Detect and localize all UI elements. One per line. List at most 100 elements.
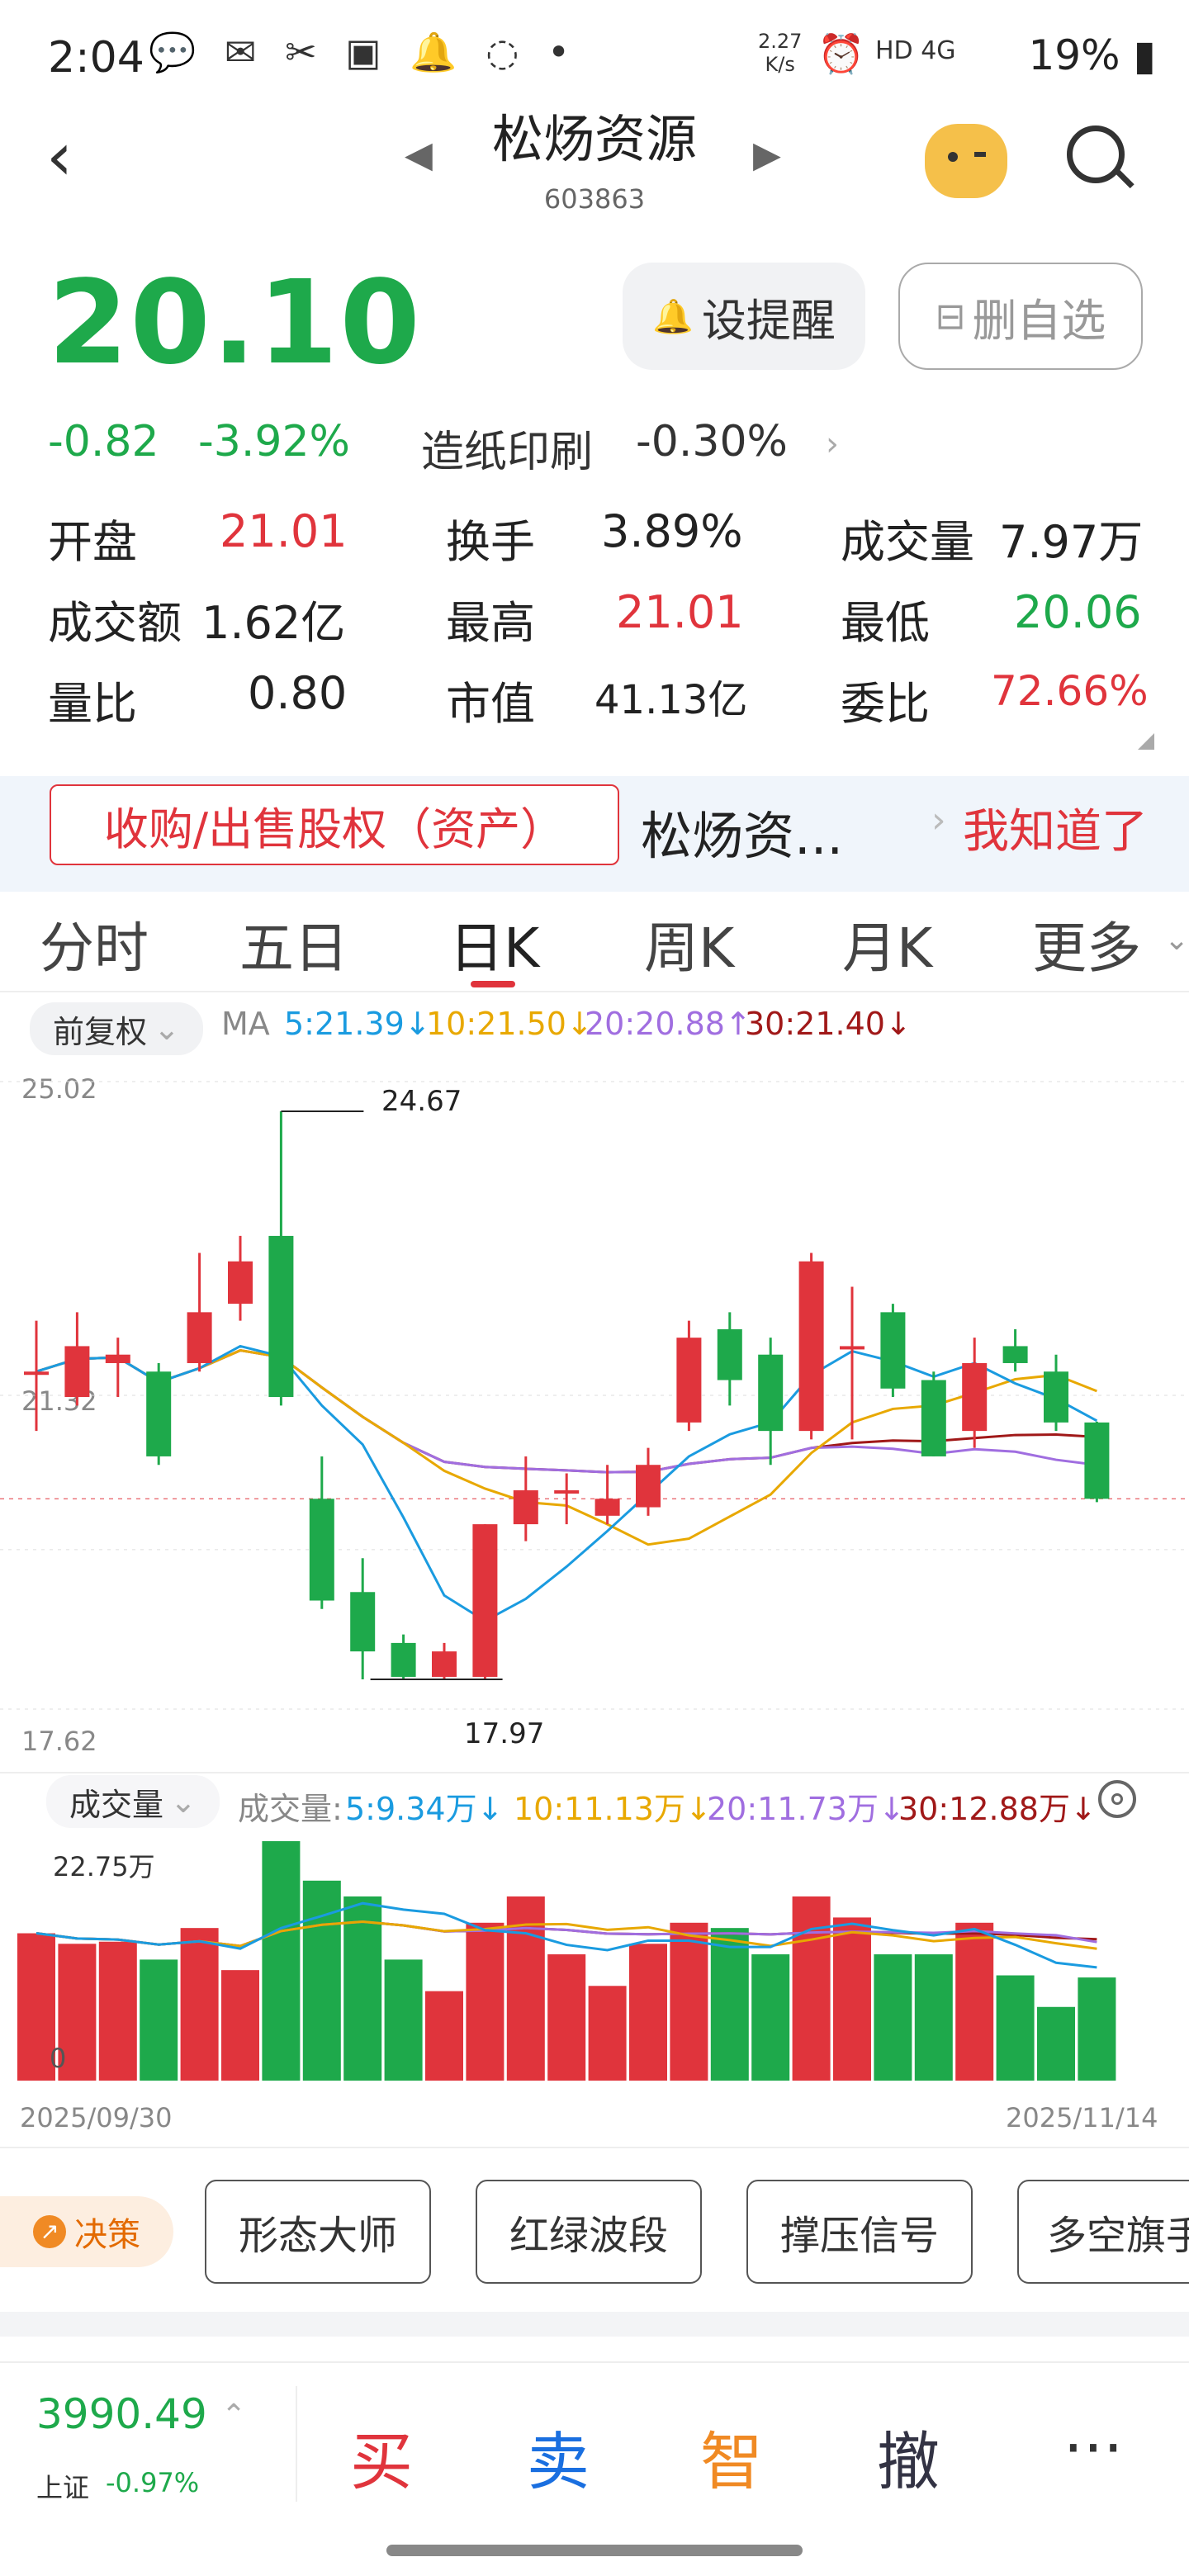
vol-ma30: 30:12.88万↓ [898,1791,1097,1827]
smart-button[interactable]: 智 [682,2411,781,2502]
volume-bar [792,1896,831,2081]
volume-indicator-dropdown[interactable]: 成交量 ⌄ [46,1775,220,1828]
tab-daily-k[interactable]: 日K [449,904,539,983]
candle-body [594,1499,620,1516]
volume-bar [1037,2006,1075,2081]
candle-body [391,1642,416,1677]
index-value[interactable]: 3990.49 [36,2390,207,2438]
remove-watchlist-button[interactable]: ⊟ 删自选 [898,263,1143,370]
high-annotation: 24.67 [381,1085,462,1118]
volume-bar [588,1986,627,2081]
adjust-dropdown[interactable]: 前复权 ⌄ [30,1002,203,1055]
strategy-red-green-wave[interactable]: 红绿波段 [476,2180,702,2284]
volume-bar [262,1841,301,2081]
volume-bar [996,1975,1035,2081]
tab-weekly-k[interactable]: 周K [644,904,734,983]
index-pct: -0.97% [106,2467,200,2498]
strategy-pattern-master[interactable]: 形态大师 [205,2180,431,2284]
minus-box-icon: ⊟ [935,295,966,338]
low-annotation: 17.97 [464,1717,545,1750]
ma5-value: 5:21.39↓ [284,1006,431,1042]
volume-bar [751,1954,790,2081]
candle-body [1084,1422,1110,1499]
sell-button[interactable]: 卖 [509,2411,608,2502]
candle-body [105,1354,130,1363]
volume-bar [629,1944,667,2081]
candle-body [309,1499,334,1601]
volume-bar [874,1954,912,2081]
event-tag[interactable]: 收购/出售股权（资产） [50,784,619,865]
search-icon[interactable] [1067,125,1135,189]
divider [0,1772,1189,1773]
current-price: 20.10 [48,256,422,391]
cancel-order-button[interactable]: 撤 [859,2411,958,2502]
stat-open-value: 21.01 [220,505,348,557]
chevron-right-icon[interactable]: › [826,425,839,463]
tab-monthly-k[interactable]: 月K [842,904,932,983]
bell-icon: 🔔 [652,297,694,336]
candle-body [64,1346,90,1398]
tab-more[interactable]: 更多 [1032,904,1141,983]
more-button[interactable]: ··· [1044,2411,1143,2484]
buy-button[interactable]: 买 [332,2411,431,2502]
event-text[interactable]: 松炀资... [641,794,843,869]
volume-bar [384,1959,423,2081]
battery-status: 19% ▮ [1028,31,1156,79]
alarm-icon: ⏰ [817,31,865,76]
sector-pct[interactable]: -0.30% [636,417,788,466]
tab-active-indicator [471,981,515,987]
mascot-wink [974,152,986,157]
strategy-bull-bear-flag[interactable]: 多空旗手 [1017,2180,1189,2284]
volume-bar [221,1970,259,2081]
chevron-down-icon[interactable]: ⌄ [1164,923,1189,957]
vol-ma5: 5:9.34万↓ [345,1791,504,1827]
volume-bar [914,1954,953,2081]
vol-prefix: 成交量: [238,1791,343,1827]
volume-bar [547,1954,586,2081]
volume-bar [670,1922,708,2081]
candle-body [228,1261,253,1305]
expand-corner-icon[interactable] [1138,733,1154,750]
stat-high-label: 最高 [446,597,535,649]
candle-body [758,1354,784,1432]
stat-mcap-label: 市值 [446,678,535,730]
decision-button[interactable]: ↗ 决策 [0,2196,173,2267]
volume-chart[interactable] [0,1833,1189,2089]
stat-open-label: 开盘 [48,516,137,568]
tab-intraday[interactable]: 分时 [40,904,149,983]
status-bar: 2:04 💬 ✉ ✂ ▣ 🔔 ◌ • 2.27 K/s ⏰ HD 4G 19% ▮ [0,0,1189,107]
stat-turnover-value: 3.89% [601,505,743,557]
index-name: 上证 [36,2472,90,2503]
candle-body [676,1338,702,1423]
sector-name[interactable]: 造纸印刷 [421,417,593,479]
net-speed: 2.27 K/s [758,30,803,76]
candle-body [432,1651,457,1677]
stock-name: 松炀资源 [491,109,697,169]
home-indicator [386,2545,803,2556]
strategy-support-resistance[interactable]: 撑压信号 [746,2180,973,2284]
candle-body [472,1524,498,1677]
candle-body [1044,1371,1068,1423]
decision-icon: ↗ [33,2215,66,2248]
candle-body [921,1380,946,1456]
volume-bar [1078,1977,1116,2081]
acknowledge-button[interactable]: 我知道了 [963,794,1148,861]
mascot-icon[interactable] [925,124,1007,198]
settings-icon[interactable] [1098,1780,1136,1818]
tab-five-day[interactable]: 五日 [239,904,348,983]
set-alert-button[interactable]: 🔔 设提醒 [623,263,865,370]
price-change-pct: -3.92% [198,417,350,466]
ma-prefix: MA [221,1006,270,1042]
candle-body [24,1371,49,1376]
notification-icons: 💬 ✉ ✂ ▣ 🔔 ◌ • [149,30,579,74]
divider [0,2147,1189,2148]
volume-bar [955,1922,994,2081]
stat-low-value: 20.06 [1014,586,1142,638]
stat-low-label: 最低 [841,597,930,649]
chevron-up-icon[interactable]: ⌃ [221,2398,246,2432]
volume-bar [98,1941,137,2081]
candle-body [268,1235,294,1398]
volume-zero-label: 0 [50,2043,67,2074]
candlestick-chart[interactable] [0,1065,1189,1726]
network-indicator: HD 4G [875,36,956,65]
